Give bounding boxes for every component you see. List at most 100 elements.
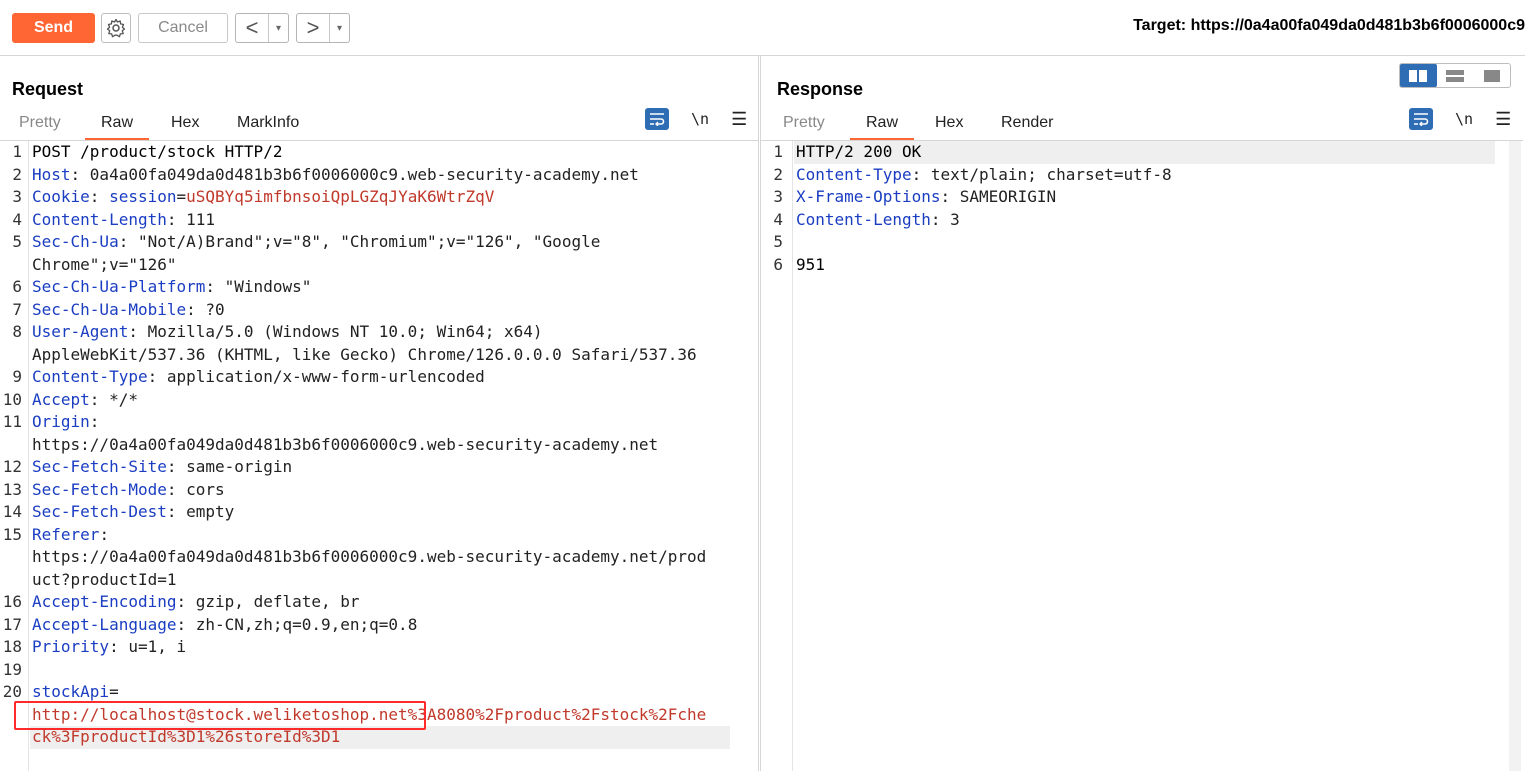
header-name: User-Agent [32, 322, 129, 341]
target-url[interactable]: Target: https://0a4a00fa049da0d481b3b6f0… [1133, 17, 1525, 35]
header-separator: : [128, 322, 148, 341]
line-number: 6 [12, 277, 22, 296]
tab-raw[interactable]: Raw [849, 114, 915, 140]
header-name: Accept-Language [32, 614, 177, 634]
code-text: uct?productId=1 [32, 569, 177, 592]
send-button[interactable]: Send [12, 13, 95, 43]
header-separator: = [109, 682, 119, 701]
show-newlines-icon[interactable]: \n [691, 110, 709, 128]
header-separator: : [99, 524, 110, 544]
code-text: X-Frame-Options: SAMEORIGIN [796, 186, 1056, 209]
header-name: Priority [32, 637, 110, 656]
word-wrap-icon[interactable] [1409, 108, 1433, 130]
line-gutter [28, 141, 29, 771]
header-name: Content-Type [32, 367, 148, 386]
header-name: Sec-Ch-Ua-Platform [32, 277, 206, 296]
header-value: https://0a4a00fa049da0d481b3b6f0006000c9… [32, 547, 707, 566]
tab-raw[interactable]: Raw [84, 114, 150, 140]
header-separator: : [70, 164, 90, 184]
line-number: 16 [2, 592, 22, 611]
layout-side-by-side-button[interactable] [1400, 64, 1437, 87]
line-number: 17 [2, 614, 22, 634]
layout-stacked-button[interactable] [1437, 64, 1474, 87]
cancel-button[interactable]: Cancel [138, 13, 228, 43]
param-separator: = [176, 187, 187, 206]
header-separator: : [166, 479, 187, 499]
header-separator: : [930, 209, 951, 229]
header-value: zh-CN,zh;q=0.9,en;q=0.8 [195, 614, 418, 634]
forward-dropdown-icon[interactable]: ▾ [330, 14, 349, 42]
line-number: 4 [12, 209, 22, 229]
code-text: Referer: [32, 524, 109, 547]
response-editor[interactable]: 1 HTTP/2 200 OK 2 Content-Type: text/plain;… [761, 141, 1523, 771]
code-text: Sec-Ch-Ua-Platform: "Windows" [32, 276, 311, 299]
code-text: Accept-Encoding: gzip, deflate, br [32, 591, 360, 614]
header-value: u=1, i [128, 637, 187, 656]
header-value: gzip, deflate, br [195, 592, 360, 611]
response-editor-tools: \n ☰ [1409, 108, 1511, 130]
line-text: HTTP/2 200 OK [796, 142, 922, 161]
show-newlines-icon[interactable]: \n [1455, 110, 1473, 128]
header-separator: : [186, 299, 206, 319]
header-separator: : [118, 232, 138, 251]
code-text: Host: 0a4a00fa049da0d481b3b6f0006000c9.w… [32, 164, 639, 187]
scrollbar[interactable] [1509, 141, 1521, 771]
toolbar: Send Cancel < ▾ > ▾ Target: https://0a4a… [0, 0, 1525, 56]
line-number: 5 [773, 232, 783, 251]
header-name: Sec-Ch-Ua [32, 232, 119, 251]
word-wrap-icon[interactable] [645, 108, 669, 130]
tab-hex[interactable]: Hex [171, 114, 199, 132]
header-value: uct?productId=1 [32, 569, 177, 589]
back-button[interactable]: < [236, 14, 269, 42]
rows-icon [1446, 69, 1464, 82]
header-value: */* [109, 389, 138, 409]
tab-pretty[interactable]: Pretty [783, 114, 825, 132]
tab-render[interactable]: Render [1001, 114, 1053, 132]
line-number: 3 [773, 187, 783, 206]
header-name: Cookie [32, 187, 90, 206]
line-number: 8 [12, 322, 22, 341]
header-value: text/plain; charset=utf-8 [930, 164, 1172, 184]
scrollbar[interactable] [746, 141, 756, 771]
code-text: https://0a4a00fa049da0d481b3b6f0006000c9… [32, 434, 658, 457]
back-dropdown-icon[interactable]: ▾ [269, 14, 288, 42]
header-separator: : [911, 164, 931, 184]
line-number: 14 [2, 502, 22, 521]
line-text: 951 [796, 254, 825, 274]
code-text: Sec-Fetch-Dest: empty [32, 501, 234, 524]
header-separator: : [109, 637, 129, 656]
response-title: Response [777, 79, 864, 99]
settings-button[interactable] [101, 13, 131, 43]
request-editor-tools: \n ☰ [645, 108, 747, 130]
gear-icon [106, 18, 126, 38]
tab-markinfo[interactable]: MarkInfo [237, 114, 299, 132]
header-name: Sec-Ch-Ua-Mobile [32, 299, 187, 319]
line-number: 2 [773, 164, 783, 184]
code-text: Content-Type: application/x-www-form-url… [32, 366, 485, 389]
tab-pretty[interactable]: Pretty [19, 114, 61, 132]
line-number: 1 [773, 142, 783, 161]
header-value: ?0 [205, 299, 225, 319]
header-separator: : [147, 367, 167, 386]
layout-single-button[interactable] [1473, 64, 1510, 87]
menu-icon[interactable]: ☰ [1495, 109, 1511, 130]
forward-button[interactable]: > [297, 14, 330, 42]
line-number: 11 [2, 412, 22, 431]
code-text: Sec-Ch-Ua-Mobile: ?0 [32, 299, 225, 322]
header-value: application/x-www-form-urlencoded [166, 367, 485, 386]
code-text: Sec-Fetch-Site: same-origin [32, 456, 292, 479]
menu-icon[interactable]: ☰ [731, 109, 747, 130]
code-text: https://0a4a00fa049da0d481b3b6f0006000c9… [32, 546, 706, 569]
line-text: POST /product/stock HTTP/2 [32, 142, 283, 161]
header-value: empty [186, 502, 235, 521]
line-number: 4 [773, 209, 783, 229]
line-number: 1 [12, 142, 22, 161]
header-name: Host [32, 164, 71, 184]
request-editor[interactable]: 1 POST /product/stock HTTP/2 2 Host: 0a4a00… [0, 141, 758, 771]
header-name: Referer [32, 524, 100, 544]
header-name: Content-Length [796, 209, 931, 229]
line-number: 9 [12, 367, 22, 386]
forward-nav-group: > ▾ [296, 13, 350, 43]
header-name: Sec-Fetch-Mode [32, 479, 167, 499]
tab-hex[interactable]: Hex [935, 114, 963, 132]
